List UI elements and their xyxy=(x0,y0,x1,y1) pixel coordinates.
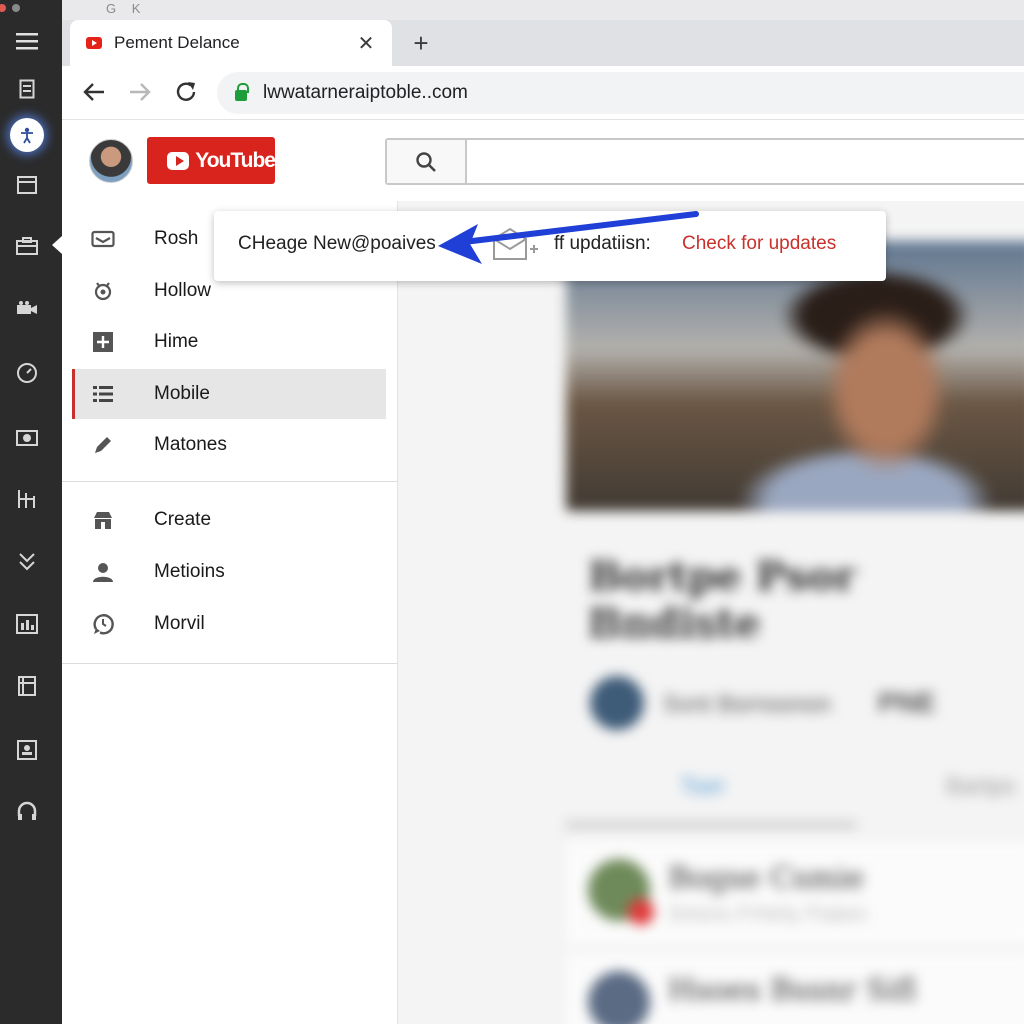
annotation-arrow-icon xyxy=(438,211,699,264)
youtube-header: YouTube xyxy=(62,121,1024,201)
browser-toolbar: lwwatarneraiptoble..com xyxy=(62,66,1024,120)
sidebar-item-matones[interactable]: Matones xyxy=(72,420,386,470)
popup-left-text: CHeage New@poaives xyxy=(238,233,436,254)
pencil-icon xyxy=(90,432,116,458)
sidebar-item-metioins[interactable]: Metioins xyxy=(72,547,386,597)
video-subtitle: Srtoer Shtp xyxy=(590,611,722,641)
main-content: Bortpe Psor Bndiste Srtoer Shtp Svnt Bsr… xyxy=(398,201,1024,1024)
secure-lock-icon xyxy=(235,82,249,101)
screen: G K Pement Delance ✕ + lwwatarneraiptobl… xyxy=(0,0,1024,1024)
reload-button[interactable] xyxy=(170,76,202,108)
search-input[interactable] xyxy=(385,138,1024,185)
accessibility-icon[interactable] xyxy=(10,118,44,152)
list-item-title: Bogse Csmie xyxy=(668,861,865,896)
avatar[interactable] xyxy=(89,139,133,183)
forward-arrow-icon xyxy=(130,83,151,101)
window-minimize-dot[interactable] xyxy=(12,4,20,12)
channel-avatar[interactable] xyxy=(590,676,644,730)
youtube-play-icon xyxy=(167,151,190,170)
list-item-title: Hsoes Bssnr Sifl xyxy=(668,973,917,1008)
url-text: lwwatarneraiptoble..com xyxy=(263,82,468,103)
sidebar-item-mobile[interactable]: Mobile xyxy=(72,369,386,419)
tab-strip: Pement Delance ✕ + xyxy=(62,20,1024,66)
youtube-favicon-icon xyxy=(86,37,102,49)
sidebar-item-label: Create xyxy=(154,509,212,530)
back-arrow-icon xyxy=(83,83,104,101)
sidebar-item-label: Morvil xyxy=(154,613,205,634)
youtube-logo-text: YouTube xyxy=(195,148,276,172)
sidebar-item-label: Rosh xyxy=(154,228,199,249)
notes-icon[interactable] xyxy=(10,669,44,703)
menu-icon[interactable] xyxy=(10,24,44,58)
back-button[interactable] xyxy=(78,76,110,108)
system-strip: G K xyxy=(62,0,1024,20)
network-icon[interactable] xyxy=(10,482,44,516)
sidebar-item-label: Hime xyxy=(154,331,199,352)
person-icon xyxy=(90,559,116,585)
contact-card-icon[interactable] xyxy=(10,732,44,766)
content-divider xyxy=(566,821,856,829)
content-tab-2[interactable]: Bartps xyxy=(946,773,1015,801)
store-icon xyxy=(90,507,116,533)
system-letters: G K xyxy=(106,1,147,16)
inbox-icon xyxy=(90,226,116,252)
trending-icon xyxy=(90,278,116,304)
download-icon[interactable] xyxy=(10,545,44,579)
sidebar-item-label: Hollow xyxy=(154,280,212,301)
browser-tab[interactable]: Pement Delance ✕ xyxy=(70,20,392,66)
list-item[interactable]: Hsoes Bssnr Sifl xyxy=(566,953,1024,1024)
reload-icon xyxy=(176,82,196,101)
address-bar[interactable]: lwwatarneraiptoble..com xyxy=(217,72,1024,114)
window-close-dot[interactable] xyxy=(0,4,6,12)
sidebar-item-label: Metioins xyxy=(154,561,225,582)
left-dock xyxy=(0,0,62,1024)
search-button[interactable] xyxy=(387,140,467,183)
sidebar-divider xyxy=(62,663,398,664)
sidebar-divider xyxy=(62,481,398,482)
sidebar-item-morvil[interactable]: Morvil xyxy=(72,599,386,649)
video-thumbnail[interactable] xyxy=(566,241,1024,511)
sidebar-item-label: Mobile xyxy=(154,383,210,404)
sidebar-item-create[interactable]: Create xyxy=(72,495,386,545)
sidebar-item-hime[interactable]: Hime xyxy=(72,317,386,367)
sidebar-item-label: Matones xyxy=(154,434,227,455)
list-item[interactable]: Bogse Csmie Srtons Frhtrly Ftalon xyxy=(566,841,1024,945)
channel-name[interactable]: Svnt Bsrnssnon xyxy=(663,691,831,719)
dock-active-caret xyxy=(52,236,62,254)
list-item-avatar xyxy=(588,971,650,1024)
calendar-icon[interactable] xyxy=(10,168,44,202)
content-tab-1[interactable]: Tser xyxy=(680,773,725,801)
tab-close-icon[interactable]: ✕ xyxy=(356,31,376,56)
search-icon xyxy=(416,151,436,172)
list-icon xyxy=(90,381,116,407)
document-icon[interactable] xyxy=(10,72,44,106)
clock-icon[interactable] xyxy=(10,356,44,390)
camera-film-icon[interactable] xyxy=(10,292,44,326)
notification-badge xyxy=(628,899,654,925)
briefcase-icon[interactable] xyxy=(10,229,44,263)
bar-chart-icon[interactable] xyxy=(10,607,44,641)
headphones-icon[interactable] xyxy=(10,794,44,828)
forward-button[interactable] xyxy=(124,76,156,108)
plus-box-icon xyxy=(90,329,116,355)
youtube-logo[interactable]: YouTube xyxy=(147,137,276,184)
channel-stat: PNE xyxy=(878,687,936,718)
tab-title: Pement Delance xyxy=(114,33,240,52)
list-item-subtitle: Srtons Frhtrly Ftalon xyxy=(668,901,868,926)
new-tab-button[interactable]: + xyxy=(406,28,436,58)
sidebar: Rosh Hollow Hime Mobile Matones Create M… xyxy=(62,201,398,1024)
history-icon xyxy=(90,611,116,637)
photo-camera-icon[interactable] xyxy=(10,420,44,454)
